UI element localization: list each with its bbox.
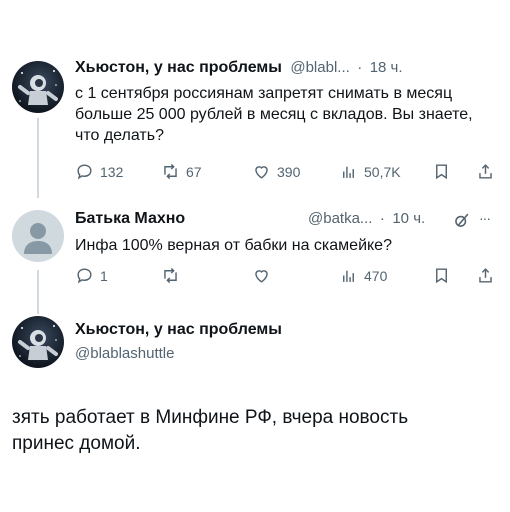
- handle[interactable]: @blabl...: [290, 59, 349, 76]
- reply-icon: [77, 268, 92, 284]
- more-button[interactable]: ···: [479, 210, 491, 226]
- like-button[interactable]: [252, 266, 271, 285]
- views-icon: [343, 166, 354, 178]
- views-button[interactable]: 50,7K: [339, 162, 401, 181]
- repost-icon: [164, 267, 177, 284]
- bookmark-icon: [436, 164, 447, 180]
- like-icon: [255, 270, 268, 283]
- grok-icon: [455, 213, 469, 227]
- display-name[interactable]: Батька Махно: [75, 210, 185, 227]
- astronaut-avatar-icon: [18, 70, 58, 105]
- tweet-actions: 132 67 390 50,7K: [75, 162, 494, 184]
- reply-icon: [77, 164, 92, 180]
- views-count: 470: [364, 267, 388, 284]
- handle[interactable]: @batka...: [308, 210, 372, 227]
- reply-count: 132: [100, 163, 124, 180]
- like-icon: [255, 166, 268, 179]
- views-count: 50,7K: [364, 163, 401, 180]
- views-button[interactable]: 470: [339, 266, 387, 285]
- handle[interactable]: @blablashuttle: [75, 345, 174, 362]
- share-icon: [479, 268, 492, 283]
- default-profile-icon: [24, 223, 52, 254]
- main-tweet-text: зять работает в Минфине РФ, вчера новост…: [12, 407, 409, 454]
- thread-line-2: [37, 270, 39, 314]
- repost-icon: [164, 163, 177, 180]
- main-tweet-handle: @blablashuttle: [75, 345, 174, 363]
- tweet-header: Батька Махно: [75, 210, 185, 228]
- tweet-text: Инфа 100% верная от бабки на скамейке?: [75, 237, 392, 254]
- display-name[interactable]: Хьюстон, у нас проблемы: [75, 59, 282, 76]
- separator: ·: [379, 210, 385, 227]
- tweet-text: с 1 сентября россиянам запретят снимать …: [75, 85, 473, 144]
- timestamp[interactable]: 18 ч.: [370, 59, 403, 76]
- separator: ·: [357, 59, 363, 76]
- bookmark-button[interactable]: [432, 266, 451, 285]
- thread-line-1: [37, 118, 39, 198]
- avatar[interactable]: [12, 61, 64, 113]
- repost-count: 67: [186, 163, 202, 180]
- bookmark-button[interactable]: [432, 162, 451, 181]
- avatar[interactable]: [12, 316, 64, 368]
- display-name[interactable]: Хьюстон, у нас проблемы: [75, 321, 282, 338]
- avatar[interactable]: [12, 210, 64, 262]
- main-tweet-name: Хьюстон, у нас проблемы: [75, 321, 282, 339]
- grok-button[interactable]: [452, 211, 471, 230]
- bookmark-icon: [436, 268, 447, 284]
- share-icon: [479, 164, 492, 179]
- tweet-header: Хьюстон, у нас проблемы @blabl... · 18 ч…: [75, 59, 403, 77]
- astronaut-avatar-icon: [18, 325, 58, 360]
- tweet-actions: 1 470: [75, 266, 494, 288]
- timestamp[interactable]: 10 ч.: [392, 210, 425, 227]
- more-icon: ···: [479, 210, 491, 226]
- reply-button[interactable]: 132: [75, 162, 123, 181]
- reply-count: 1: [100, 267, 108, 284]
- repost-button[interactable]: [161, 266, 180, 285]
- tweet-meta: @batka... · 10 ч.: [308, 210, 425, 228]
- reply-button[interactable]: 1: [75, 266, 108, 285]
- like-button[interactable]: 390: [252, 162, 300, 181]
- like-count: 390: [277, 163, 301, 180]
- share-button[interactable]: [476, 162, 495, 181]
- share-button[interactable]: [476, 266, 495, 285]
- repost-button[interactable]: 67: [161, 162, 202, 181]
- views-icon: [343, 270, 354, 282]
